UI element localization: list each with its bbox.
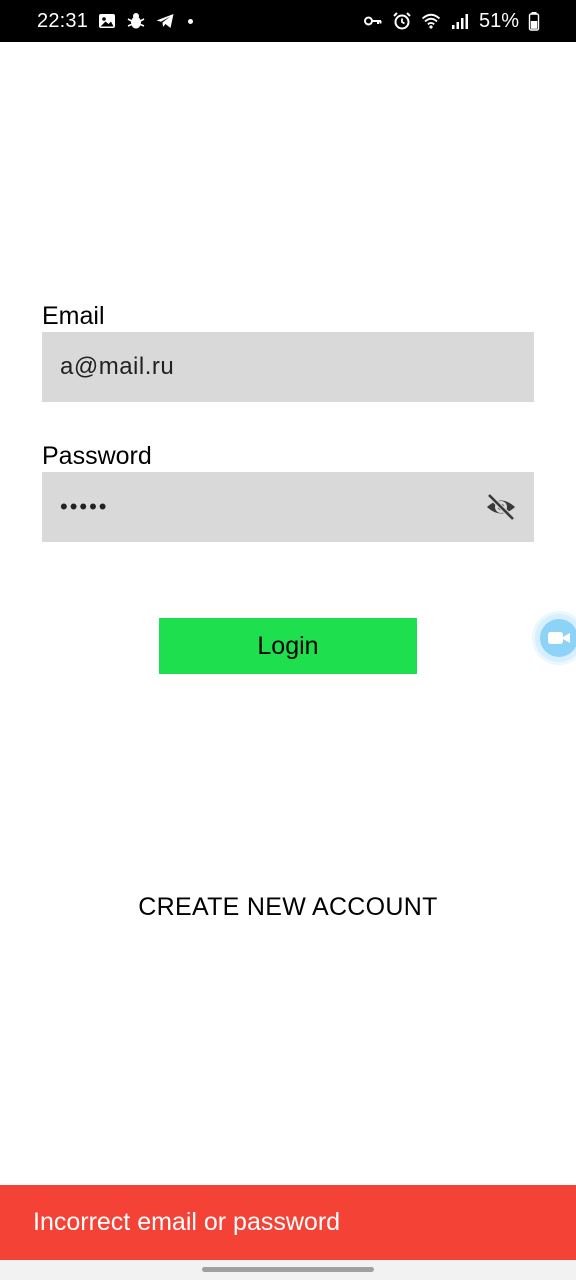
password-field[interactable]: ••••• bbox=[42, 472, 534, 542]
image-icon bbox=[97, 11, 117, 31]
login-screen: 22:31 51% Email a@mail.ru Password •••••… bbox=[0, 0, 576, 1280]
navigation-bar bbox=[0, 1260, 576, 1280]
error-snackbar: Incorrect email or password bbox=[0, 1185, 576, 1260]
key-icon bbox=[363, 11, 383, 31]
video-camera-icon bbox=[547, 629, 571, 647]
battery-icon bbox=[528, 11, 540, 31]
email-input[interactable] bbox=[60, 353, 516, 381]
snackbar-message: Incorrect email or password bbox=[33, 1208, 341, 1236]
signal-icon bbox=[450, 11, 470, 31]
email-field[interactable] bbox=[42, 332, 534, 402]
create-account-link[interactable]: CREATE NEW ACCOUNT bbox=[0, 893, 576, 922]
status-bar-right: 51% bbox=[363, 10, 540, 33]
dot-icon bbox=[188, 18, 194, 24]
wifi-icon bbox=[421, 11, 441, 31]
home-indicator[interactable] bbox=[202, 1267, 374, 1272]
status-bar-left: 22:31 bbox=[37, 9, 194, 33]
login-button[interactable]: Login bbox=[159, 618, 417, 674]
eye-off-icon[interactable] bbox=[484, 491, 518, 523]
password-input[interactable]: ••••• bbox=[60, 494, 516, 520]
floating-camera-button[interactable] bbox=[535, 614, 576, 662]
battery-percent: 51% bbox=[478, 9, 519, 32]
bug-icon bbox=[126, 11, 146, 31]
email-label: Email bbox=[42, 302, 105, 330]
status-time: 22:31 bbox=[37, 9, 89, 32]
telegram-icon bbox=[155, 11, 175, 31]
password-label: Password bbox=[42, 442, 152, 470]
status-bar: 22:31 51% bbox=[0, 0, 576, 42]
floating-camera-inner bbox=[540, 619, 576, 657]
alarm-icon bbox=[392, 11, 412, 31]
